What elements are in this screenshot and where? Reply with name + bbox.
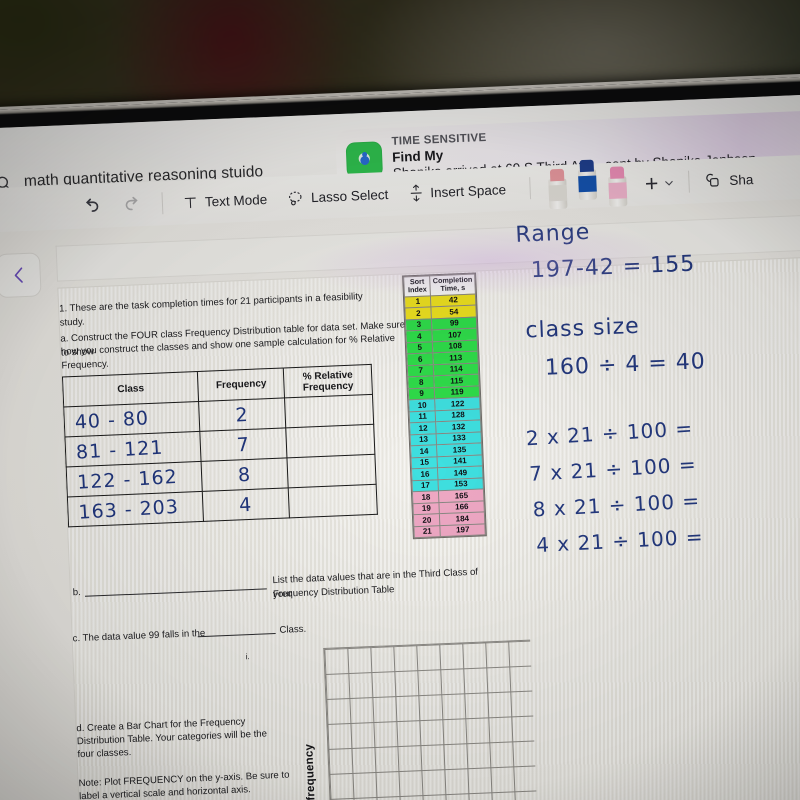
fdt-class-value: 122 - 162 xyxy=(76,465,179,494)
question-1b-blank[interactable] xyxy=(84,588,267,597)
plus-icon: + xyxy=(644,169,659,197)
share-copy-icon xyxy=(703,172,723,190)
redo-icon xyxy=(123,194,145,216)
pen-tray xyxy=(544,159,632,210)
toolbar-divider-3 xyxy=(687,170,690,193)
fdt-relative-value xyxy=(290,499,377,504)
sdt-row: 21 197 xyxy=(413,523,486,538)
undo-icon xyxy=(80,195,102,217)
tablet-screen: math quantitative reasoning stuido TIME … xyxy=(0,92,800,800)
pen-band xyxy=(608,182,628,199)
pink-highlighter-tool[interactable] xyxy=(604,166,632,207)
back-button[interactable] xyxy=(0,252,42,299)
fdt-frequency-value: 4 xyxy=(238,493,254,516)
pen-band xyxy=(548,184,568,202)
fdt-frequency-value: 7 xyxy=(236,433,251,457)
chevron-down-icon xyxy=(663,177,674,188)
frequency-distribution-table[interactable]: Class Frequency % Relative Frequency 40 … xyxy=(62,364,378,528)
sdt-header-sort-index: Sort Index xyxy=(403,275,431,297)
handwriting-range-title: Range xyxy=(515,219,591,248)
share-label: Sha xyxy=(728,171,754,188)
fdt-frequency-value: 2 xyxy=(235,403,250,427)
fdt-class-value: 40 - 80 xyxy=(74,406,150,434)
blue-pen-tool[interactable] xyxy=(574,159,602,201)
text-mode-button[interactable]: Text Mode xyxy=(183,191,268,210)
question-1c-blank[interactable] xyxy=(197,633,276,638)
question-1c-mark: i. xyxy=(245,652,250,662)
handwriting-classsize-title: class size xyxy=(524,313,641,344)
insert-space-icon xyxy=(408,183,424,203)
question-1c-tail: Class. xyxy=(279,623,307,636)
pen-tip xyxy=(610,166,625,179)
chevron-left-icon xyxy=(14,267,23,283)
fdt-frequency-value: 8 xyxy=(237,463,253,486)
fdt-header-frequency: Frequency xyxy=(197,367,285,402)
graph-grid[interactable] xyxy=(323,639,539,800)
fdt-cell-class[interactable]: 163 - 203 xyxy=(67,491,204,527)
fdt-class-value: 81 - 121 xyxy=(75,436,164,464)
fdt-cell-relative[interactable] xyxy=(288,484,378,518)
add-tool-button[interactable]: + xyxy=(644,169,675,197)
fdt-cell-frequency[interactable]: 7 xyxy=(200,427,288,462)
share-button[interactable]: Sha xyxy=(703,171,754,190)
pen-tip xyxy=(579,159,595,173)
question-1b-label: b. xyxy=(72,586,82,599)
fdt-cell-relative[interactable] xyxy=(285,424,375,458)
fdt-class-value: 163 - 203 xyxy=(77,495,180,524)
fdt-relative-value xyxy=(288,469,375,474)
toolbar-divider-1 xyxy=(161,192,164,215)
text-mode-label: Text Mode xyxy=(204,191,268,210)
class-width-annotation: +40 xyxy=(57,473,66,492)
fdt-relative-value xyxy=(286,409,373,414)
pen-band xyxy=(578,175,598,193)
lasso-select-label: Lasso Select xyxy=(310,186,389,205)
question-1c-text: c. The data value 99 falls in the xyxy=(72,627,206,645)
insert-space-button[interactable]: Insert Space xyxy=(408,180,506,203)
redo-button[interactable] xyxy=(123,194,145,216)
fdt-relative-value xyxy=(287,439,374,444)
lasso-icon xyxy=(287,189,305,207)
sdt-cell-time: 197 xyxy=(440,523,486,537)
tablet-device: math quantitative reasoning stuido TIME … xyxy=(0,73,800,800)
text-icon xyxy=(183,194,199,210)
fdt-cell-frequency[interactable]: 2 xyxy=(199,397,286,432)
note-canvas[interactable]: 1. These are the task completion times f… xyxy=(0,195,800,800)
insert-space-label: Insert Space xyxy=(429,181,507,200)
fdt-cell-frequency[interactable]: 4 xyxy=(202,487,290,522)
sdt-cell-index: 21 xyxy=(413,525,441,538)
fdt-header-relative: % Relative Frequency xyxy=(283,364,373,398)
fdt-cell-relative[interactable] xyxy=(284,394,374,428)
sorted-data-table[interactable]: Sort Index Completion Time, s 1 42 2 54 3 99 4… xyxy=(401,272,487,540)
class-width-annotation: +40 xyxy=(57,443,65,462)
toolbar-divider-2 xyxy=(529,177,532,200)
sdt-header-completion-time: Completion Time, s xyxy=(430,274,476,296)
fdt-cell-relative[interactable] xyxy=(287,454,377,488)
undo-button[interactable] xyxy=(80,195,102,217)
lasso-select-button[interactable]: Lasso Select xyxy=(287,186,389,207)
class-width-annotation: +40 xyxy=(57,503,67,522)
eraser-tool[interactable] xyxy=(544,168,572,210)
photo-of-tablet-screen: math quantitative reasoning stuido TIME … xyxy=(0,0,800,800)
fdt-cell-frequency[interactable]: 8 xyxy=(201,457,289,492)
pen-tip xyxy=(550,168,565,182)
